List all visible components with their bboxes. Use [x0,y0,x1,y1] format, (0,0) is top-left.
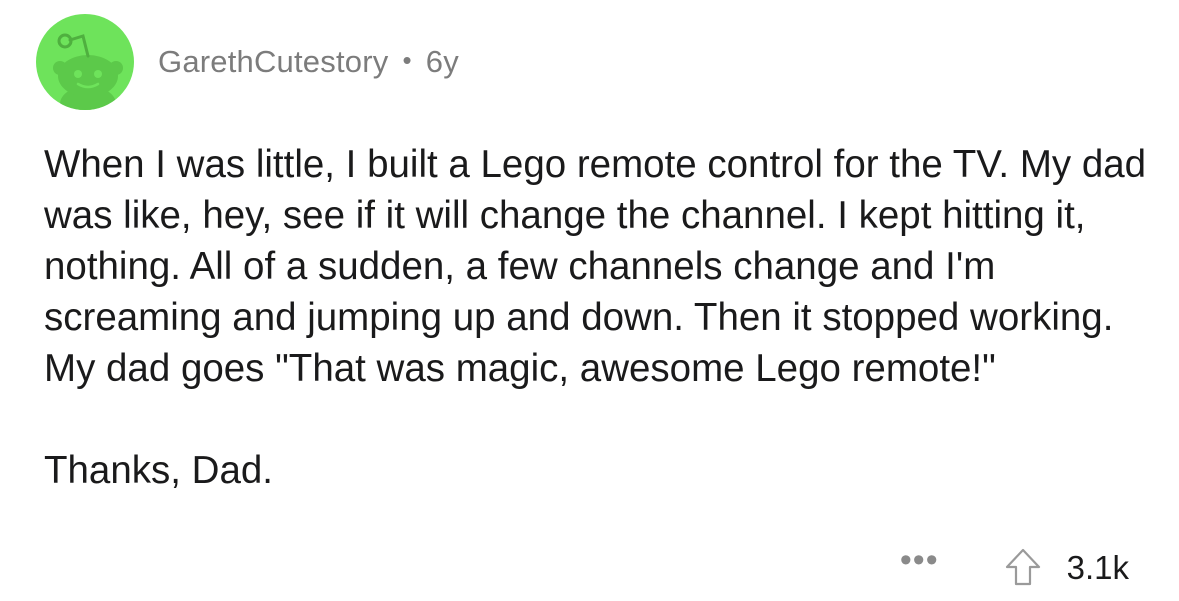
meta-separator: • [402,44,412,75]
comment-paragraph: Thanks, Dad. [44,449,273,492]
more-options-button[interactable]: ••• [900,541,939,580]
comment-age: 6y [425,44,459,79]
comment: GarethCutestory • 6y When I was little, … [0,0,1179,601]
upvote-arrow-icon[interactable] [1003,546,1043,590]
comment-meta: GarethCutestory • 6y [158,44,459,80]
vote-score: 3.1k [1066,549,1129,586]
comment-body: When I was little, I built a Lego remote… [44,139,1154,496]
comment-actions: ••• 3.1k [900,540,1129,596]
reddit-snoo-icon [53,33,123,110]
comment-paragraph: When I was little, I built a Lego remote… [44,143,1147,390]
author-name[interactable]: GarethCutestory [158,44,388,80]
comment-header: GarethCutestory • 6y [36,14,459,110]
avatar[interactable] [36,14,134,110]
